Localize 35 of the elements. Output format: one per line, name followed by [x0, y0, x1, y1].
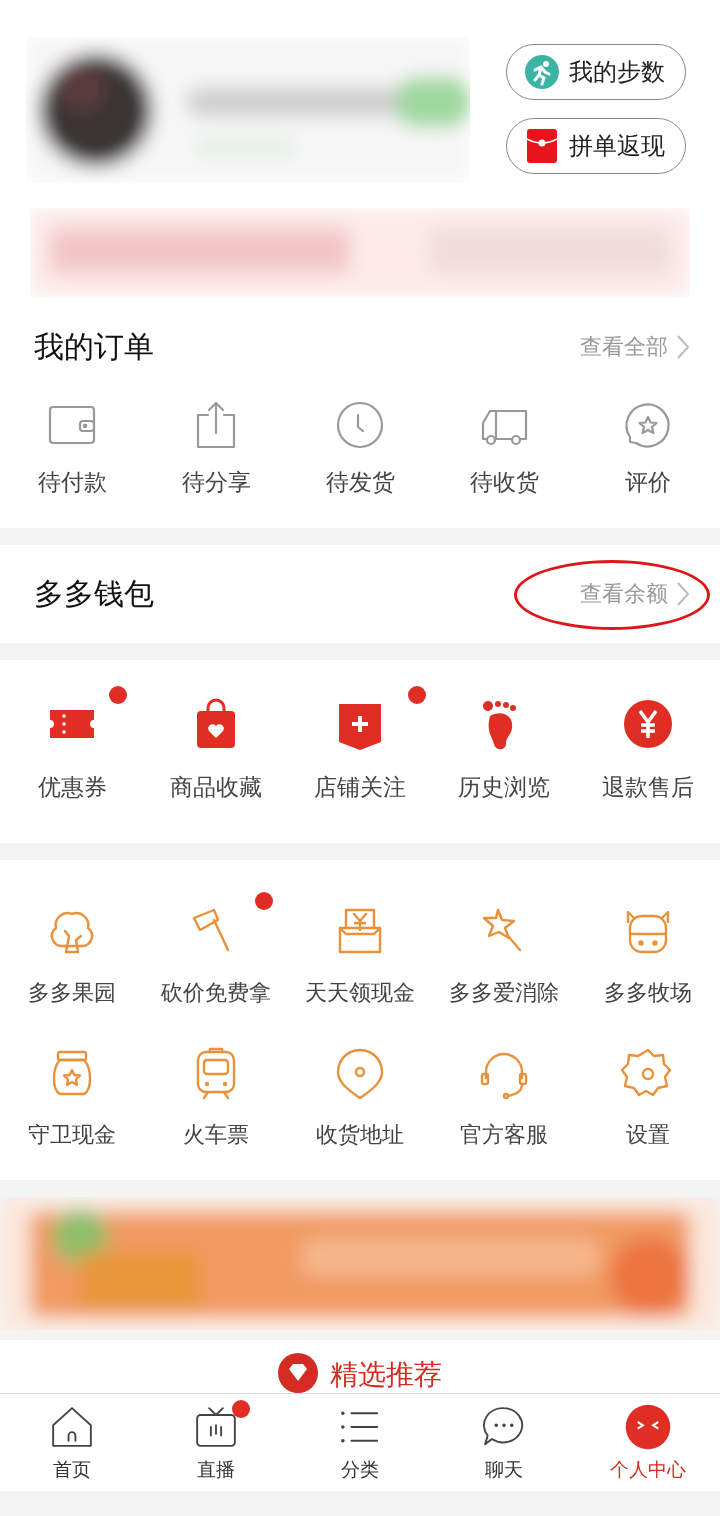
shortcut-button[interactable]: 优惠券: [37, 696, 107, 803]
service-button[interactable]: 多多果园: [28, 904, 116, 1008]
service-button[interactable]: 多多牧场: [604, 904, 692, 1008]
order-status-button[interactable]: 评价: [620, 397, 676, 498]
order-status-button[interactable]: 待收货: [469, 397, 539, 498]
shortcut-button[interactable]: 历史浏览: [458, 696, 550, 803]
service-button[interactable]: 火车票: [183, 1046, 249, 1150]
shortcut-button[interactable]: 商品收藏: [170, 696, 262, 803]
service-button[interactable]: 天天领现金: [305, 904, 415, 1008]
face-circle-icon: [624, 1402, 672, 1451]
cashback-button[interactable]: 拼单返现: [506, 118, 686, 174]
tab-item[interactable]: 首页: [48, 1394, 96, 1491]
order-status-button[interactable]: 待付款: [37, 397, 107, 498]
section-title: 我的订单: [34, 327, 154, 366]
chevron-icon: [676, 581, 690, 607]
section-title: 精选推荐: [330, 1357, 442, 1393]
shortcut-button[interactable]: 退款售后: [602, 696, 694, 803]
order-status-button[interactable]: 待分享: [181, 397, 251, 498]
tab-item[interactable]: 聊天: [480, 1394, 528, 1491]
order-status-button[interactable]: 待发货: [325, 397, 395, 498]
envelope-icon: [525, 129, 559, 163]
runner-icon: [525, 55, 559, 89]
steps-button[interactable]: 我的步数: [506, 44, 686, 100]
service-button[interactable]: 多多爱消除: [449, 904, 559, 1008]
tab-item[interactable]: 个人中心: [610, 1394, 686, 1491]
tab-item[interactable]: 分类: [336, 1394, 384, 1491]
tab-item[interactable]: 直播: [192, 1394, 240, 1491]
service-button[interactable]: 设置: [620, 1046, 676, 1150]
service-button[interactable]: 砍价免费拿: [161, 904, 271, 1008]
service-button[interactable]: 守卫现金: [28, 1046, 116, 1150]
service-button[interactable]: 收货地址: [316, 1046, 404, 1150]
chevron-icon: [676, 334, 690, 360]
section-title: 多多钱包: [34, 574, 154, 613]
shortcut-button[interactable]: 店铺关注: [314, 696, 406, 803]
service-button[interactable]: 官方客服: [460, 1046, 548, 1150]
